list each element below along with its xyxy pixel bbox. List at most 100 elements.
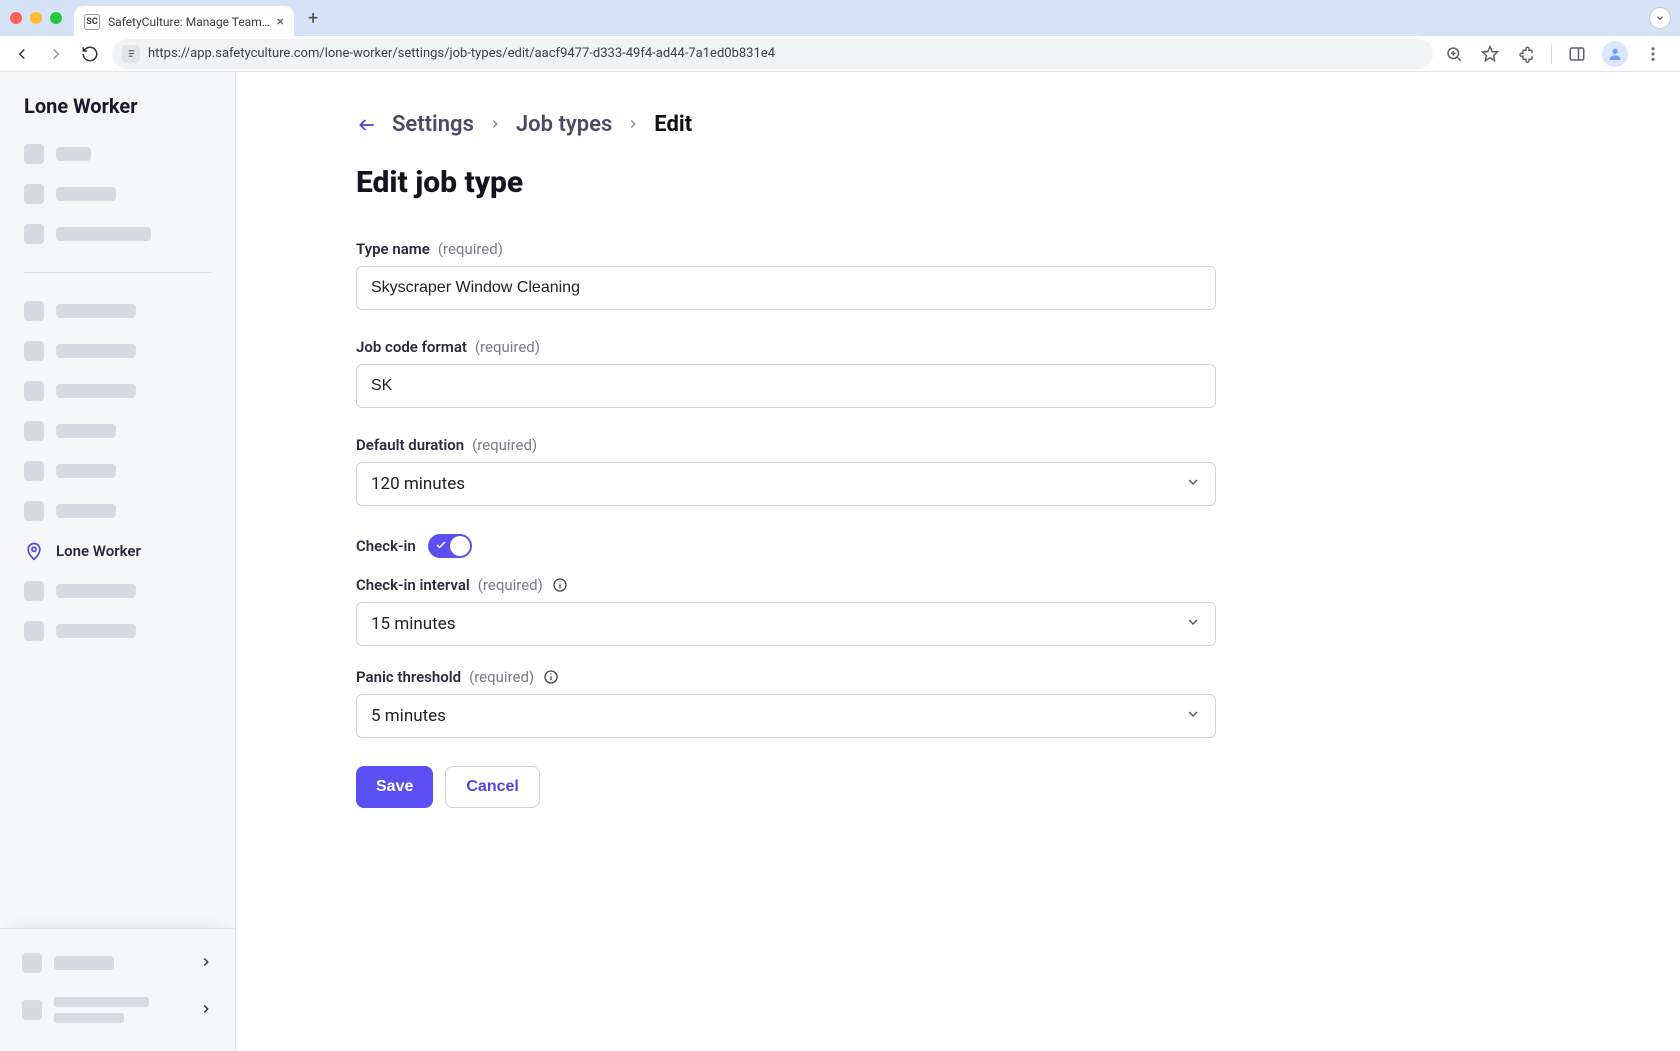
sidebar-skeleton-item	[18, 291, 217, 331]
sidebar-secondary-list: Lone Worker	[0, 285, 235, 657]
new-tab-button[interactable]: +	[308, 8, 318, 29]
input-wrapper	[356, 364, 1216, 408]
app-root: Lone Worker Lone Worker	[0, 72, 1680, 1051]
profile-avatar-icon[interactable]	[1602, 41, 1628, 67]
window-controls	[10, 12, 62, 24]
required-indicator: (required)	[438, 240, 503, 258]
select-value: 5 minutes	[371, 706, 446, 726]
input-wrapper	[356, 266, 1216, 310]
sidebar-skeleton-item	[18, 611, 217, 651]
extensions-icon[interactable]	[1515, 43, 1537, 65]
nav-reload-button[interactable]	[78, 42, 102, 66]
sidebar-primary-list	[0, 128, 235, 260]
breadcrumb-settings[interactable]: Settings	[392, 112, 474, 137]
field-check-in-toggle: Check-in	[356, 534, 1216, 558]
form-actions: Save Cancel	[356, 766, 1216, 808]
window-close-icon[interactable]	[10, 12, 22, 24]
sidebar-title: Lone Worker	[0, 72, 235, 128]
sidebar: Lone Worker Lone Worker	[0, 72, 236, 1051]
tab-favicon-icon: SC	[84, 14, 100, 30]
required-indicator: (required)	[475, 338, 540, 356]
required-indicator: (required)	[478, 576, 543, 594]
sidebar-skeleton-item	[18, 371, 217, 411]
type-name-input[interactable]	[371, 279, 1201, 297]
window-minimize-icon[interactable]	[30, 12, 42, 24]
label-check-in-interval: Check-in interval	[356, 576, 470, 594]
nav-back-button[interactable]	[10, 42, 34, 66]
field-type-name: Type name (required)	[356, 240, 1216, 310]
select-value: 120 minutes	[371, 474, 465, 494]
browser-tab-strip: SC SafetyCulture: Manage Teams and... × …	[0, 0, 1680, 36]
tabs-dropdown-button[interactable]	[1650, 8, 1670, 28]
map-pin-icon	[24, 541, 44, 561]
zoom-icon[interactable]	[1443, 43, 1465, 65]
label-type-name: Type name	[356, 240, 430, 258]
field-default-duration: Default duration (required) 120 minutes	[356, 436, 1216, 506]
window-maximize-icon[interactable]	[50, 12, 62, 24]
main-content: Settings Job types Edit Edit job type Ty…	[236, 72, 1680, 1051]
breadcrumb: Settings Job types Edit	[356, 112, 1216, 137]
info-icon[interactable]	[551, 576, 569, 594]
tab-title: SafetyCulture: Manage Teams and...	[108, 15, 271, 29]
nav-forward-button[interactable]	[44, 42, 68, 66]
skeleton-text	[54, 956, 114, 970]
label-panic-threshold: Panic threshold	[356, 668, 461, 686]
sidebar-divider	[24, 272, 211, 273]
chevron-right-icon	[626, 112, 640, 137]
bookmark-star-icon[interactable]	[1479, 43, 1501, 65]
chevron-down-icon	[1185, 474, 1201, 494]
site-info-icon[interactable]	[122, 45, 140, 63]
address-bar[interactable]: https://app.safetyculture.com/lone-worke…	[112, 39, 1433, 69]
breadcrumb-current: Edit	[654, 112, 692, 137]
chevron-down-icon	[1185, 614, 1201, 634]
sidebar-footer	[0, 928, 235, 1051]
check-in-toggle[interactable]	[428, 534, 472, 558]
tab-close-icon[interactable]: ×	[277, 14, 284, 30]
skeleton-text-stack	[54, 997, 149, 1023]
chevron-right-icon	[199, 954, 213, 973]
sidebar-skeleton-item	[18, 491, 217, 531]
label-check-in: Check-in	[356, 537, 416, 555]
url-text: https://app.safetyculture.com/lone-worke…	[148, 46, 1423, 61]
toggle-knob	[450, 536, 470, 556]
side-panel-icon[interactable]	[1566, 43, 1588, 65]
field-panic-threshold: Panic threshold (required) 5 minutes	[356, 668, 1216, 738]
job-code-format-input[interactable]	[371, 377, 1201, 395]
label-default-duration: Default duration	[356, 436, 464, 454]
select-value: 15 minutes	[371, 614, 455, 634]
default-duration-select[interactable]: 120 minutes	[356, 462, 1216, 506]
sidebar-skeleton-item	[18, 134, 217, 174]
chevron-right-icon	[199, 1001, 213, 1020]
required-indicator: (required)	[469, 668, 534, 686]
sidebar-skeleton-item	[18, 214, 217, 254]
sidebar-skeleton-item	[18, 411, 217, 451]
content-wrapper: Settings Job types Edit Edit job type Ty…	[356, 112, 1216, 808]
breadcrumb-job-types[interactable]: Job types	[516, 112, 612, 137]
check-icon	[435, 539, 447, 554]
sidebar-item-lone-worker[interactable]: Lone Worker	[18, 531, 217, 571]
cancel-button[interactable]: Cancel	[445, 766, 539, 808]
kebab-menu-icon[interactable]	[1642, 43, 1664, 65]
browser-toolbar: https://app.safetyculture.com/lone-worke…	[0, 36, 1680, 72]
field-check-in-interval: Check-in interval (required) 15 minutes	[356, 576, 1216, 646]
check-in-interval-select[interactable]: 15 minutes	[356, 602, 1216, 646]
browser-tab-active[interactable]: SC SafetyCulture: Manage Teams and... ×	[74, 6, 294, 38]
breadcrumb-back-button[interactable]	[356, 115, 378, 135]
sidebar-skeleton-item	[18, 571, 217, 611]
sidebar-skeleton-item	[18, 451, 217, 491]
panic-threshold-select[interactable]: 5 minutes	[356, 694, 1216, 738]
required-indicator: (required)	[472, 436, 537, 454]
sidebar-footer-row[interactable]	[18, 985, 217, 1035]
chevron-right-icon	[488, 112, 502, 137]
sidebar-item-label: Lone Worker	[56, 542, 141, 560]
skeleton-icon	[22, 953, 42, 973]
save-button[interactable]: Save	[356, 766, 433, 808]
info-icon[interactable]	[542, 668, 560, 686]
label-job-code-format: Job code format	[356, 338, 467, 356]
toolbar-right	[1443, 41, 1670, 67]
sidebar-skeleton-item	[18, 174, 217, 214]
toolbar-divider	[1551, 44, 1552, 64]
sidebar-footer-row[interactable]	[18, 941, 217, 985]
page-heading: Edit job type	[356, 165, 1216, 200]
chevron-down-icon	[1185, 706, 1201, 726]
